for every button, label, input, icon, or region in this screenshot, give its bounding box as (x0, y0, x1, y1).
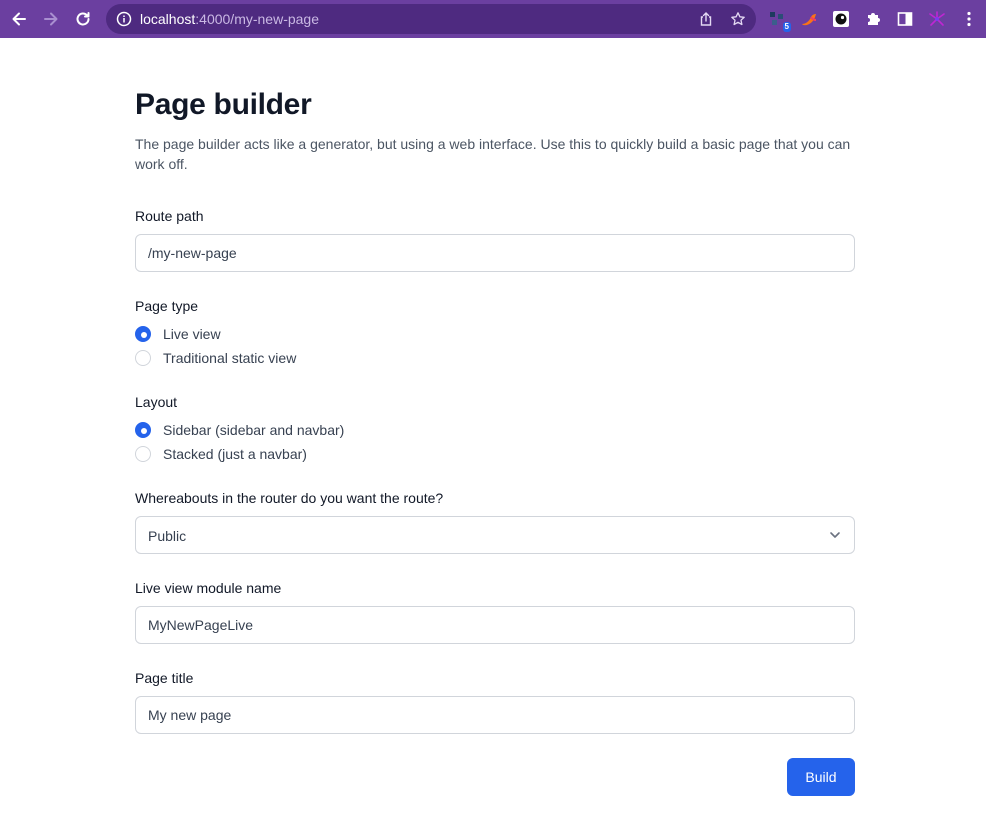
radio-stacked-label: Stacked (just a navbar) (163, 446, 307, 462)
router-scope-value: Public (148, 528, 187, 544)
router-scope-select[interactable]: Public (135, 516, 855, 554)
radio-live-view[interactable] (135, 326, 151, 342)
module-name-label: Live view module name (135, 580, 282, 596)
forward-button[interactable] (40, 8, 62, 30)
radio-stacked[interactable] (135, 446, 151, 462)
extension-icon-1[interactable]: 5 (768, 10, 791, 32)
bookmark-star-icon[interactable] (730, 11, 746, 27)
radio-static-view-label: Traditional static view (163, 350, 297, 366)
route-path-input[interactable] (135, 234, 855, 272)
page-type-label: Page type (135, 298, 199, 314)
page-title-label: Page title (135, 670, 194, 686)
page-title-input[interactable] (135, 696, 855, 734)
radio-sidebar[interactable] (135, 422, 151, 438)
reload-icon (76, 12, 90, 26)
extension-icon-2-glyph (802, 14, 817, 26)
browser-menu-button[interactable] (960, 10, 978, 28)
page-description: The page builder acts like a generator, … (135, 136, 851, 172)
kebab-menu-icon (967, 11, 971, 27)
radio-static-view[interactable] (135, 350, 151, 366)
page-title: Page builder (135, 88, 312, 121)
router-scope-label: Whereabouts in the router do you want th… (135, 490, 444, 506)
extension-icon-6-glyph (929, 11, 945, 26)
back-button[interactable] (8, 8, 30, 30)
module-name-input[interactable] (135, 606, 855, 644)
extension-icon-3[interactable] (832, 10, 850, 28)
url-path: :4000/my-new-page (195, 11, 320, 27)
page-type-option-static-view[interactable]: Traditional static view (135, 348, 296, 368)
layout-label: Layout (135, 394, 178, 410)
layout-option-stacked[interactable]: Stacked (just a navbar) (135, 444, 307, 464)
side-panel-icon (897, 12, 913, 26)
extension-icon-3-glyph (833, 11, 849, 27)
route-path-label: Route path (135, 208, 204, 224)
extension-badge: 5 (782, 22, 791, 32)
radio-sidebar-label: Sidebar (sidebar and navbar) (163, 422, 345, 438)
address-bar[interactable]: localhost:4000/my-new-page (106, 4, 756, 34)
sidebar-icon[interactable] (896, 10, 914, 28)
puzzle-icon[interactable] (864, 10, 882, 28)
build-button[interactable]: Build (787, 758, 855, 796)
arrow-right-icon (44, 12, 58, 26)
extension-icon-2[interactable] (800, 10, 818, 28)
info-icon[interactable] (116, 11, 132, 27)
puzzle-icon-glyph (868, 13, 880, 25)
url-text[interactable]: localhost:4000/my-new-page (140, 11, 319, 27)
url-host: localhost (140, 11, 196, 27)
radio-live-view-label: Live view (163, 326, 221, 342)
page-type-option-live-view[interactable]: Live view (135, 324, 221, 344)
browser-toolbar: localhost:4000/my-new-page 5 (0, 0, 986, 38)
extension-icon-6[interactable] (928, 10, 946, 28)
reload-button[interactable] (72, 8, 94, 30)
layout-option-sidebar[interactable]: Sidebar (sidebar and navbar) (135, 420, 344, 440)
chevron-down-icon (830, 532, 840, 538)
share-icon[interactable] (698, 11, 714, 27)
arrow-left-icon (12, 12, 26, 26)
